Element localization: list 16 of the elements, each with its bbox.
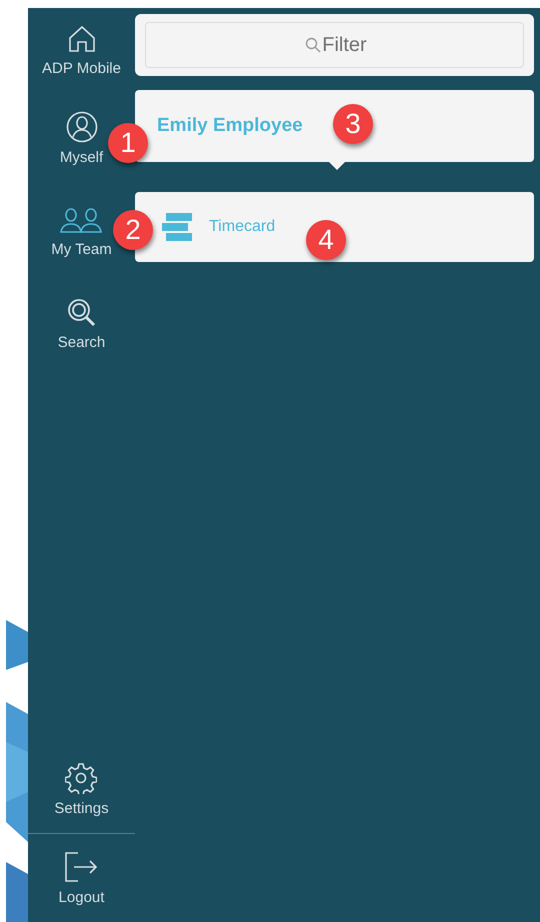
sidebar-item[interactable]: My Team [51, 185, 112, 278]
home-icon [66, 24, 96, 54]
team-icon [59, 205, 104, 235]
search-icon [66, 298, 96, 328]
sidebar-item[interactable]: Myself [60, 92, 104, 185]
sidebar-item[interactable]: Settings [54, 745, 109, 833]
card-pointer [329, 162, 345, 170]
sidebar-item[interactable]: Logout [58, 834, 104, 922]
person-icon [66, 111, 98, 143]
exit-arrow-icon [64, 850, 98, 882]
gear-icon [65, 762, 98, 794]
search-icon [304, 37, 320, 53]
filter-field[interactable]: Filter [145, 22, 524, 68]
bars-icon [161, 211, 193, 243]
sidebar-item[interactable]: Search [58, 278, 106, 371]
sidebar-item[interactable]: ADP Mobile [42, 8, 121, 92]
